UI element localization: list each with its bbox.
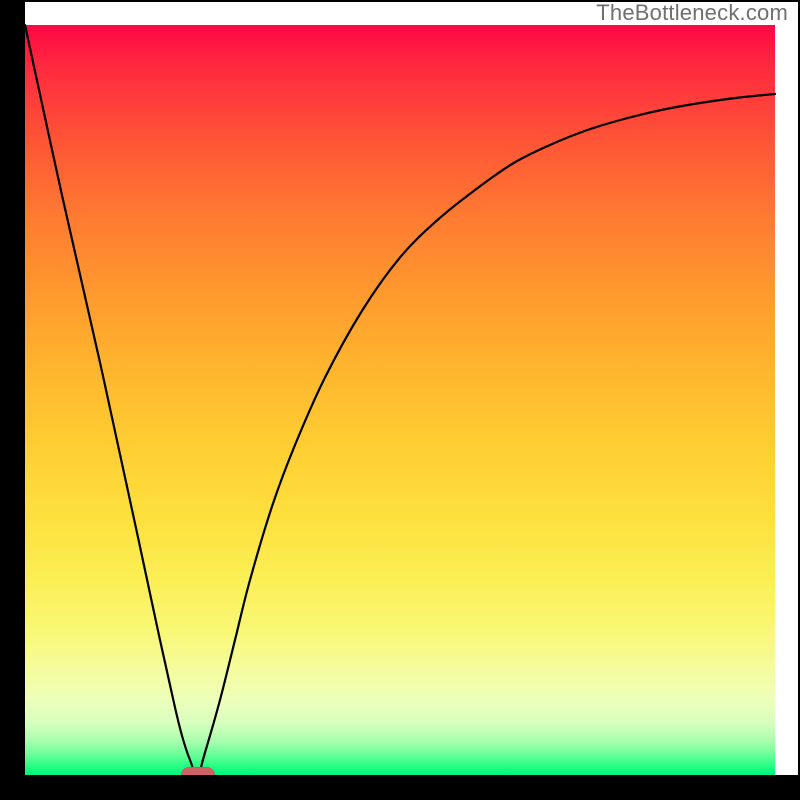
bottleneck-curve — [25, 25, 775, 775]
watermark-text: TheBottleneck.com — [596, 0, 788, 26]
minimum-marker — [181, 767, 215, 783]
chart-container: TheBottleneck.com — [0, 0, 800, 800]
plot-area — [25, 25, 775, 775]
curve-layer — [25, 25, 775, 775]
